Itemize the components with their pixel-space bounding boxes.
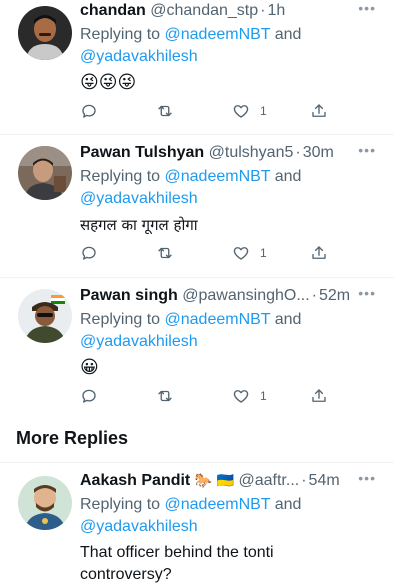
user-handle[interactable]: @pawansinghO... — [182, 287, 309, 304]
replying-to-label: Replying to — [80, 26, 161, 43]
more-options-icon[interactable]: ••• — [358, 0, 376, 16]
like-button[interactable]: 1 — [232, 242, 267, 264]
more-replies-heading: More Replies — [16, 428, 129, 448]
divider — [0, 134, 394, 135]
user-handle[interactable]: @chandan_stp — [150, 2, 258, 19]
timestamp[interactable]: 30m — [303, 144, 334, 161]
retweet-icon — [158, 247, 172, 259]
share-button[interactable] — [310, 385, 328, 407]
cartoon-avatar-with-flag-icon — [18, 289, 72, 343]
more-options-icon[interactable]: ••• — [358, 470, 376, 486]
tweet-header: Pawan Tulshyan @tulshyan5 · 30m ••• — [80, 142, 382, 166]
more-options-icon[interactable]: ••• — [358, 142, 376, 158]
tweet-header: Pawan singh @pawansinghO... · 52m ••• — [80, 285, 382, 309]
mention-link[interactable]: @nadeemNBT — [165, 311, 271, 328]
mention-link[interactable]: @nadeemNBT — [165, 168, 271, 185]
display-name[interactable]: Pawan singh — [80, 287, 178, 304]
profile-badges: 🐎 🇺🇦 — [194, 473, 235, 489]
replying-to-label: Replying to — [80, 168, 161, 185]
reply-button[interactable] — [80, 385, 98, 407]
avatar[interactable] — [18, 476, 72, 530]
retweet-button[interactable] — [156, 100, 174, 122]
share-button[interactable] — [310, 242, 328, 264]
reply-tweet[interactable]: Aakash Pandit 🐎 🇺🇦 @aaftr... · 54m ••• Rep… — [0, 470, 394, 588]
action-bar: 1 — [80, 100, 332, 122]
heart-icon — [233, 390, 249, 403]
reply-tweet[interactable]: chandan @chandan_stp · 1h ••• Replying to … — [0, 0, 394, 138]
share-icon — [312, 104, 326, 117]
heart-icon — [233, 247, 249, 260]
and-label: and — [274, 168, 302, 185]
tweet-text-line: controversy? — [80, 566, 172, 583]
divider — [0, 462, 394, 463]
user-handle[interactable]: @aaftr... — [239, 472, 300, 489]
action-bar: 1 — [80, 385, 332, 407]
tweet-text: 😀 — [80, 357, 99, 378]
mention-link[interactable]: @yadavakhilesh — [80, 518, 198, 535]
retweet-button[interactable] — [156, 242, 174, 264]
tweet-text: That officer behind the tonti controvers… — [80, 542, 382, 586]
retweet-icon — [158, 390, 172, 402]
cartoon-man-avatar-icon — [18, 476, 72, 530]
reply-icon — [82, 104, 96, 118]
timestamp[interactable]: 52m — [319, 287, 350, 304]
man-portrait-avatar-icon — [18, 6, 72, 60]
reply-button[interactable] — [80, 242, 98, 264]
replying-to: Replying to @nadeemNBT and @yadavakhiles… — [80, 494, 382, 538]
retweet-button[interactable] — [156, 385, 174, 407]
man-photo-avatar-icon — [18, 146, 72, 200]
display-name[interactable]: Pawan Tulshyan — [80, 144, 204, 161]
reply-icon — [82, 389, 96, 403]
replying-to: Replying to @nadeemNBT and @yadavakhiles… — [80, 24, 382, 68]
separator-dot: · — [301, 472, 307, 489]
reply-tweet[interactable]: Pawan singh @pawansinghO... · 52m ••• Repl… — [0, 285, 394, 419]
user-handle[interactable]: @tulshyan5 — [209, 144, 294, 161]
and-label: and — [274, 26, 302, 43]
like-count: 1 — [260, 246, 267, 260]
like-count: 1 — [260, 389, 267, 403]
like-button[interactable]: 1 — [232, 385, 267, 407]
tweet-header: Aakash Pandit 🐎 🇺🇦 @aaftr... · 54m ••• — [80, 470, 382, 494]
avatar[interactable] — [18, 146, 72, 200]
mention-link[interactable]: @yadavakhilesh — [80, 190, 198, 207]
tweet-header: chandan @chandan_stp · 1h ••• — [80, 0, 382, 24]
divider — [0, 277, 394, 278]
like-button[interactable]: 1 — [232, 100, 267, 122]
separator-dot: · — [295, 144, 301, 161]
mention-link[interactable]: @nadeemNBT — [165, 26, 271, 43]
like-count: 1 — [260, 104, 267, 118]
more-options-icon[interactable]: ••• — [358, 285, 376, 301]
display-name[interactable]: Aakash Pandit — [80, 472, 190, 489]
reply-icon — [82, 246, 96, 260]
replying-to-label: Replying to — [80, 496, 161, 513]
retweet-icon — [158, 105, 172, 117]
replying-to: Replying to @nadeemNBT and @yadavakhiles… — [80, 166, 382, 210]
and-label: and — [274, 311, 302, 328]
avatar[interactable] — [18, 289, 72, 343]
share-button[interactable] — [310, 100, 328, 122]
replying-to-label: Replying to — [80, 311, 161, 328]
replies-feed: chandan @chandan_stp · 1h ••• Replying to … — [0, 0, 394, 588]
tweet-text: 😜😜😜 — [80, 72, 137, 93]
timestamp[interactable]: 1h — [267, 2, 285, 19]
mention-link[interactable]: @nadeemNBT — [165, 496, 271, 513]
and-label: and — [274, 496, 302, 513]
replying-to: Replying to @nadeemNBT and @yadavakhiles… — [80, 309, 382, 353]
mention-link[interactable]: @yadavakhilesh — [80, 48, 198, 65]
separator-dot: · — [311, 287, 317, 304]
share-icon — [312, 389, 326, 402]
reply-button[interactable] — [80, 100, 98, 122]
share-icon — [312, 246, 326, 259]
mention-link[interactable]: @yadavakhilesh — [80, 333, 198, 350]
tweet-text: सहगल का गूगल होगा — [80, 216, 198, 234]
timestamp[interactable]: 54m — [309, 472, 340, 489]
display-name[interactable]: chandan — [80, 2, 146, 19]
heart-icon — [233, 105, 249, 118]
reply-tweet[interactable]: Pawan Tulshyan @tulshyan5 · 30m ••• Replyi… — [0, 142, 394, 276]
tweet-text-line: That officer behind the tonti — [80, 544, 274, 561]
avatar[interactable] — [18, 6, 72, 60]
action-bar: 1 — [80, 242, 332, 264]
